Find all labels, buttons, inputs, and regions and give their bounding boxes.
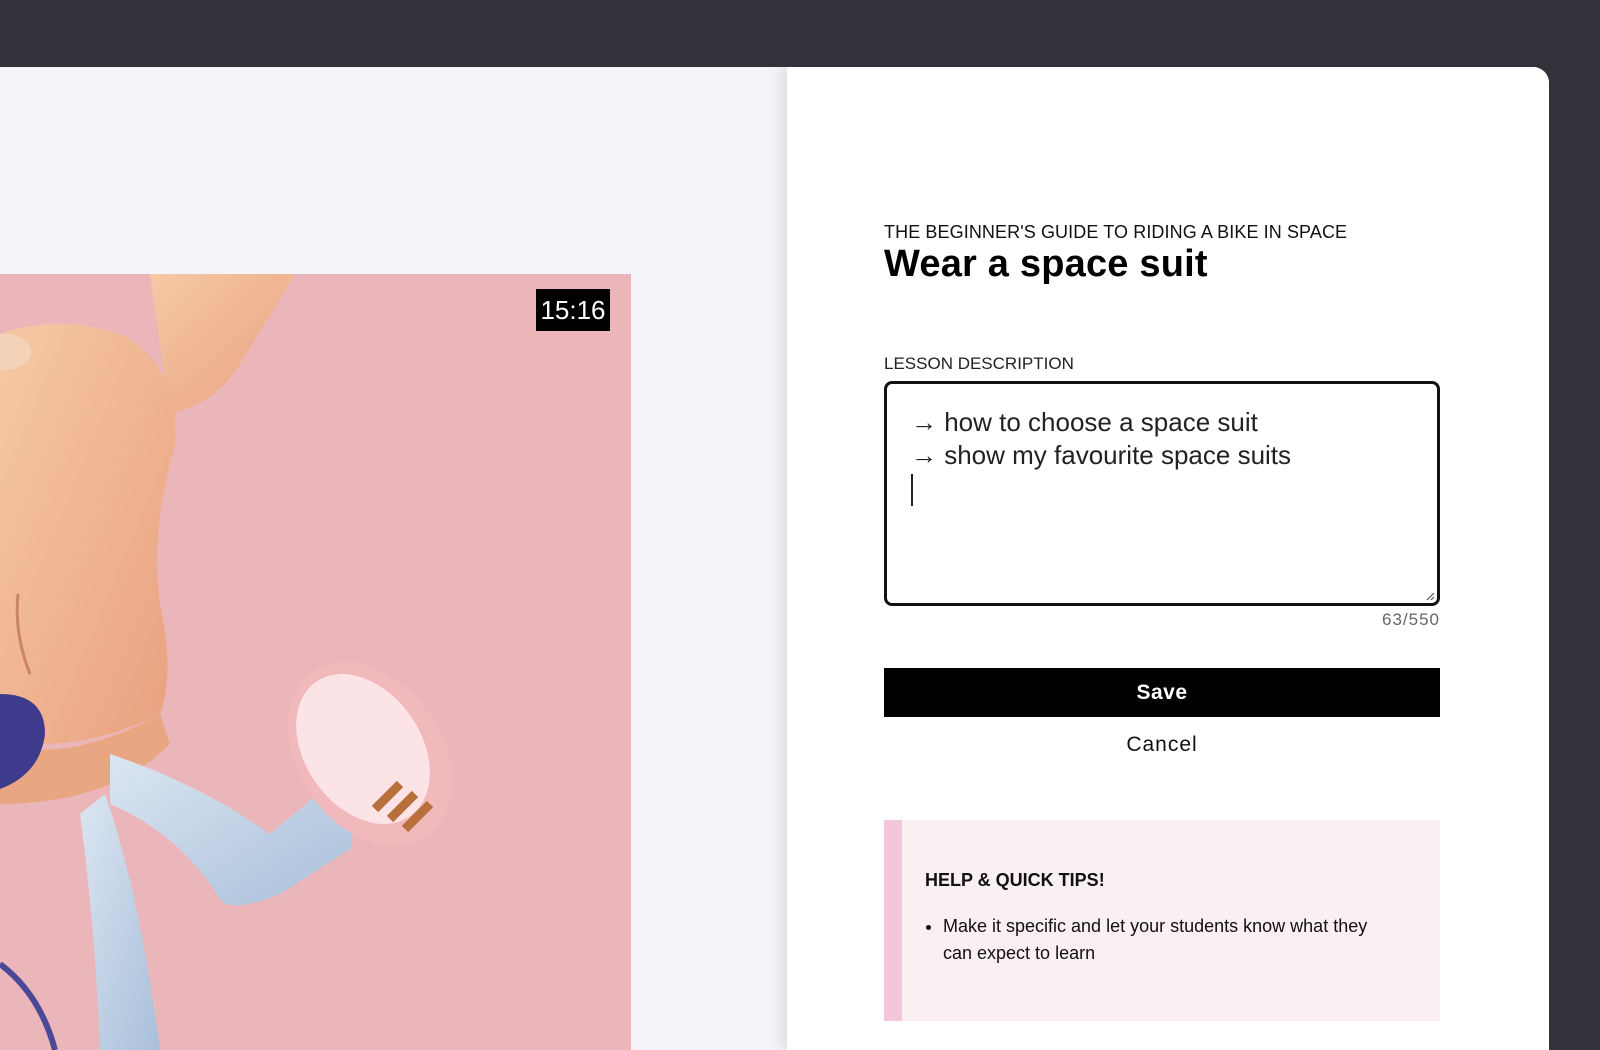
lesson-title: Wear a space suit [884,243,1208,285]
tips-list: Make it specific and let your students k… [925,913,1400,967]
help-tips-box: HELP & QUICK TIPS! Make it specific and … [884,820,1440,1021]
description-line: → how to choose a space suit [911,407,1258,437]
tip-item: Make it specific and let your students k… [943,913,1400,967]
cancel-button[interactable]: Cancel [884,727,1440,763]
save-button[interactable]: Save [884,668,1440,717]
app-window: 15:16 THE BEGINNER'S GUIDE TO RIDING A B… [0,67,1549,1050]
video-duration-badge: 15:16 [536,289,610,331]
lesson-edit-panel: THE BEGINNER'S GUIDE TO RIDING A BIKE IN… [787,67,1549,1050]
description-label: LESSON DESCRIPTION [884,354,1074,373]
description-line: → show my favourite space suits [911,440,1292,470]
resize-handle-icon[interactable] [1425,591,1435,601]
text-caret [911,474,913,506]
character-counter: 63/550 [1382,610,1440,629]
character-illustration [0,274,453,1050]
video-preview[interactable]: 15:16 [0,274,631,1050]
lesson-description-input[interactable]: → how to choose a space suit → show my f… [884,381,1440,606]
tips-title: HELP & QUICK TIPS! [925,870,1105,890]
course-title: THE BEGINNER'S GUIDE TO RIDING A BIKE IN… [884,222,1348,242]
